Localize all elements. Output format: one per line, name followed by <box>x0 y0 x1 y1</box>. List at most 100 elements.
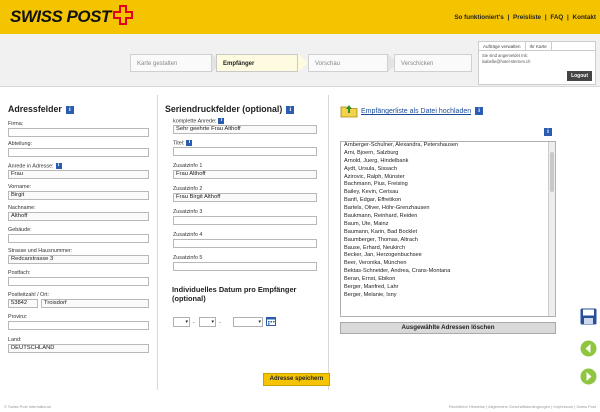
merge-fields-header: Seriendruckfelder (optional) i <box>165 104 295 115</box>
full-salutation-label: komplette Anrede: i <box>173 118 317 124</box>
nav-price-list[interactable]: Preisliste <box>513 14 541 21</box>
calendar-icon[interactable] <box>266 316 276 326</box>
forward-arrow-icon[interactable] <box>580 368 597 385</box>
address-list-item[interactable]: Bachmann, Pius, Freising <box>341 181 555 189</box>
extra2-input[interactable]: Frau Birgit Althoff <box>173 193 317 202</box>
nav-how-it-works[interactable]: So funktioniert's <box>454 14 503 21</box>
info-icon[interactable]: i <box>218 118 225 124</box>
year-select[interactable]: ▾ <box>233 317 263 327</box>
user-panel-tabs: Aufträge verwalten Ihr Karte <box>479 42 595 51</box>
country-input[interactable]: DEUTSCHLAND <box>8 344 149 353</box>
lastname-label: Nachname: <box>8 205 36 211</box>
info-icon[interactable]: i <box>186 140 193 146</box>
info-icon[interactable]: i <box>286 106 295 115</box>
province-input[interactable] <box>8 321 149 330</box>
address-list-item[interactable]: Berger, Melanie, Isny <box>341 292 555 300</box>
company-input[interactable] <box>8 128 149 137</box>
logout-button[interactable]: Logout <box>567 71 592 81</box>
nav-contact[interactable]: Kontakt <box>573 14 596 21</box>
footer-copyright: © Swiss Post International <box>4 404 51 409</box>
month-select[interactable]: ▾ <box>199 317 216 327</box>
nav-faq[interactable]: FAQ <box>550 14 563 21</box>
address-list-item[interactable]: Bause, Erhard, Neukirch <box>341 245 555 253</box>
street-input[interactable]: Redcarstrasse 3 <box>8 255 149 264</box>
day-select[interactable]: ▾ <box>173 317 190 327</box>
info-icon[interactable]: i <box>55 163 62 169</box>
info-icon[interactable]: i <box>475 107 484 115</box>
folder-upload-icon[interactable] <box>340 104 358 118</box>
upload-link[interactable]: Empfängerliste als Datei hochladen i <box>361 107 484 115</box>
city-input[interactable]: Troisdorf <box>41 299 149 308</box>
pobox-field: Postfach: <box>8 270 149 286</box>
address-list-item[interactable]: Arnold, Juerg, Hindelbank <box>341 158 555 166</box>
step-recipients[interactable]: Empfänger <box>216 54 298 72</box>
address-list-scrollbar[interactable] <box>548 142 555 316</box>
individual-date-title: Individuelles Datum pro Empfänger (optio… <box>172 285 297 303</box>
address-list-item[interactable]: Banfi, Edgar, Effretikon <box>341 197 555 205</box>
address-list-item[interactable]: Azirovic, Ralph, Münster <box>341 174 555 182</box>
info-icon[interactable]: i <box>65 106 74 115</box>
street-label: Strasse und Hausnummer: <box>8 248 73 254</box>
extra3-input[interactable] <box>173 216 317 225</box>
salutation-label: Anrede in Adresse: i <box>8 163 149 169</box>
salutation-label-text: Anrede in Adresse: <box>8 163 54 170</box>
lastname-input[interactable]: Althoff <box>8 212 149 221</box>
footer-links[interactable]: Rechtliche Hinweise | Allgemeine Geschäf… <box>449 404 596 409</box>
step-arrow-icon <box>298 54 308 72</box>
lastname-field: Nachname: Althoff <box>8 205 149 221</box>
extra5-field: Zusatzinfo 5 <box>173 255 317 271</box>
address-fields-title: Adressfelder <box>8 104 62 114</box>
tab-manage-orders[interactable]: Aufträge verwalten <box>479 42 526 51</box>
zipcity-inputs: 53842 Troisdorf <box>8 298 149 308</box>
salutation-input[interactable]: Frau <box>8 170 149 180</box>
address-list-item[interactable]: Baum, Ute, Mainz <box>341 221 555 229</box>
nav-separator: | <box>567 14 569 21</box>
tab-your-card[interactable]: Ihr Karte <box>526 42 552 51</box>
title-input[interactable] <box>173 147 317 157</box>
country-field: Land: DEUTSCHLAND <box>8 337 149 353</box>
step-design-card[interactable]: Karte gestalten <box>130 54 212 72</box>
pobox-input[interactable] <box>8 277 149 286</box>
address-list-item[interactable]: Bartels, Oliver, Höhr-Grenzhausen <box>341 205 555 213</box>
extra5-input[interactable] <box>173 262 317 271</box>
address-list-item[interactable]: Baumberger, Thomas, Altrach <box>341 237 555 245</box>
full-salutation-input[interactable]: Sehr geehrte Frau Althoff <box>173 125 317 135</box>
zipcity-field: Postleitzahl / Ort: 53842 Troisdorf <box>8 292 149 308</box>
full-salutation-label-text: komplette Anrede: <box>173 118 217 125</box>
step-preview[interactable]: Vorschau <box>308 54 388 72</box>
address-list-item[interactable]: Arnberger-Schulner, Alexandra, Petershau… <box>341 142 555 150</box>
extra1-input[interactable]: Frau Althoff <box>173 170 317 179</box>
address-list-item[interactable]: Aydt, Ursula, Sissach <box>341 166 555 174</box>
column-divider <box>328 95 329 390</box>
title-field: Titel: i <box>173 140 317 157</box>
extra4-field: Zusatzinfo 4 <box>173 232 317 248</box>
extra5-label: Zusatzinfo 5 <box>173 255 203 261</box>
column-divider <box>157 95 158 390</box>
address-list-item[interactable]: Baumann, Karin, Bad Bocklet <box>341 229 555 237</box>
department-input[interactable] <box>8 148 149 157</box>
building-input[interactable] <box>8 234 149 243</box>
address-list-item[interactable]: Beran, Ernst, Ebikon <box>341 276 555 284</box>
extra4-input[interactable] <box>173 239 317 248</box>
address-list-item[interactable]: Baukmann, Reinhard, Reiden <box>341 213 555 221</box>
address-list-item[interactable]: Beer, Veronika, München <box>341 260 555 268</box>
address-list-item[interactable]: Berger, Manfred, Lahr <box>341 284 555 292</box>
scrollbar-thumb[interactable] <box>550 152 554 192</box>
back-arrow-icon[interactable] <box>580 340 597 357</box>
address-list[interactable]: Arnberger-Schulner, Alexandra, Petershau… <box>340 141 556 317</box>
step-send[interactable]: Verschicken <box>394 54 472 72</box>
save-address-button[interactable]: Adresse speichern <box>263 373 330 386</box>
address-list-item[interactable]: Bailey, Kevin, Cerisau <box>341 189 555 197</box>
info-icon[interactable]: i <box>544 128 552 136</box>
swiss-post-logo[interactable]: SWISS POST <box>10 7 111 27</box>
delete-selected-button[interactable]: Ausgewählte Adressen löschen <box>340 322 556 334</box>
save-disk-icon[interactable] <box>580 308 597 325</box>
upload-link-label[interactable]: Empfängerliste als Datei hochladen <box>361 108 471 115</box>
address-list-item[interactable]: Arni, Bjoern, Salzburg <box>341 150 555 158</box>
address-list-item[interactable]: Becker, Jan, Herzogenbuchsee <box>341 252 555 260</box>
extra2-field: Zusatzinfo 2 Frau Birgit Althoff <box>173 186 317 202</box>
firstname-field: Vorname: Birgit <box>8 184 149 200</box>
address-list-item[interactable]: Bektas-Schneider, Andrea, Crans-Montana <box>341 268 555 276</box>
firstname-input[interactable]: Birgit <box>8 191 149 200</box>
zip-input[interactable]: 53842 <box>8 299 38 308</box>
